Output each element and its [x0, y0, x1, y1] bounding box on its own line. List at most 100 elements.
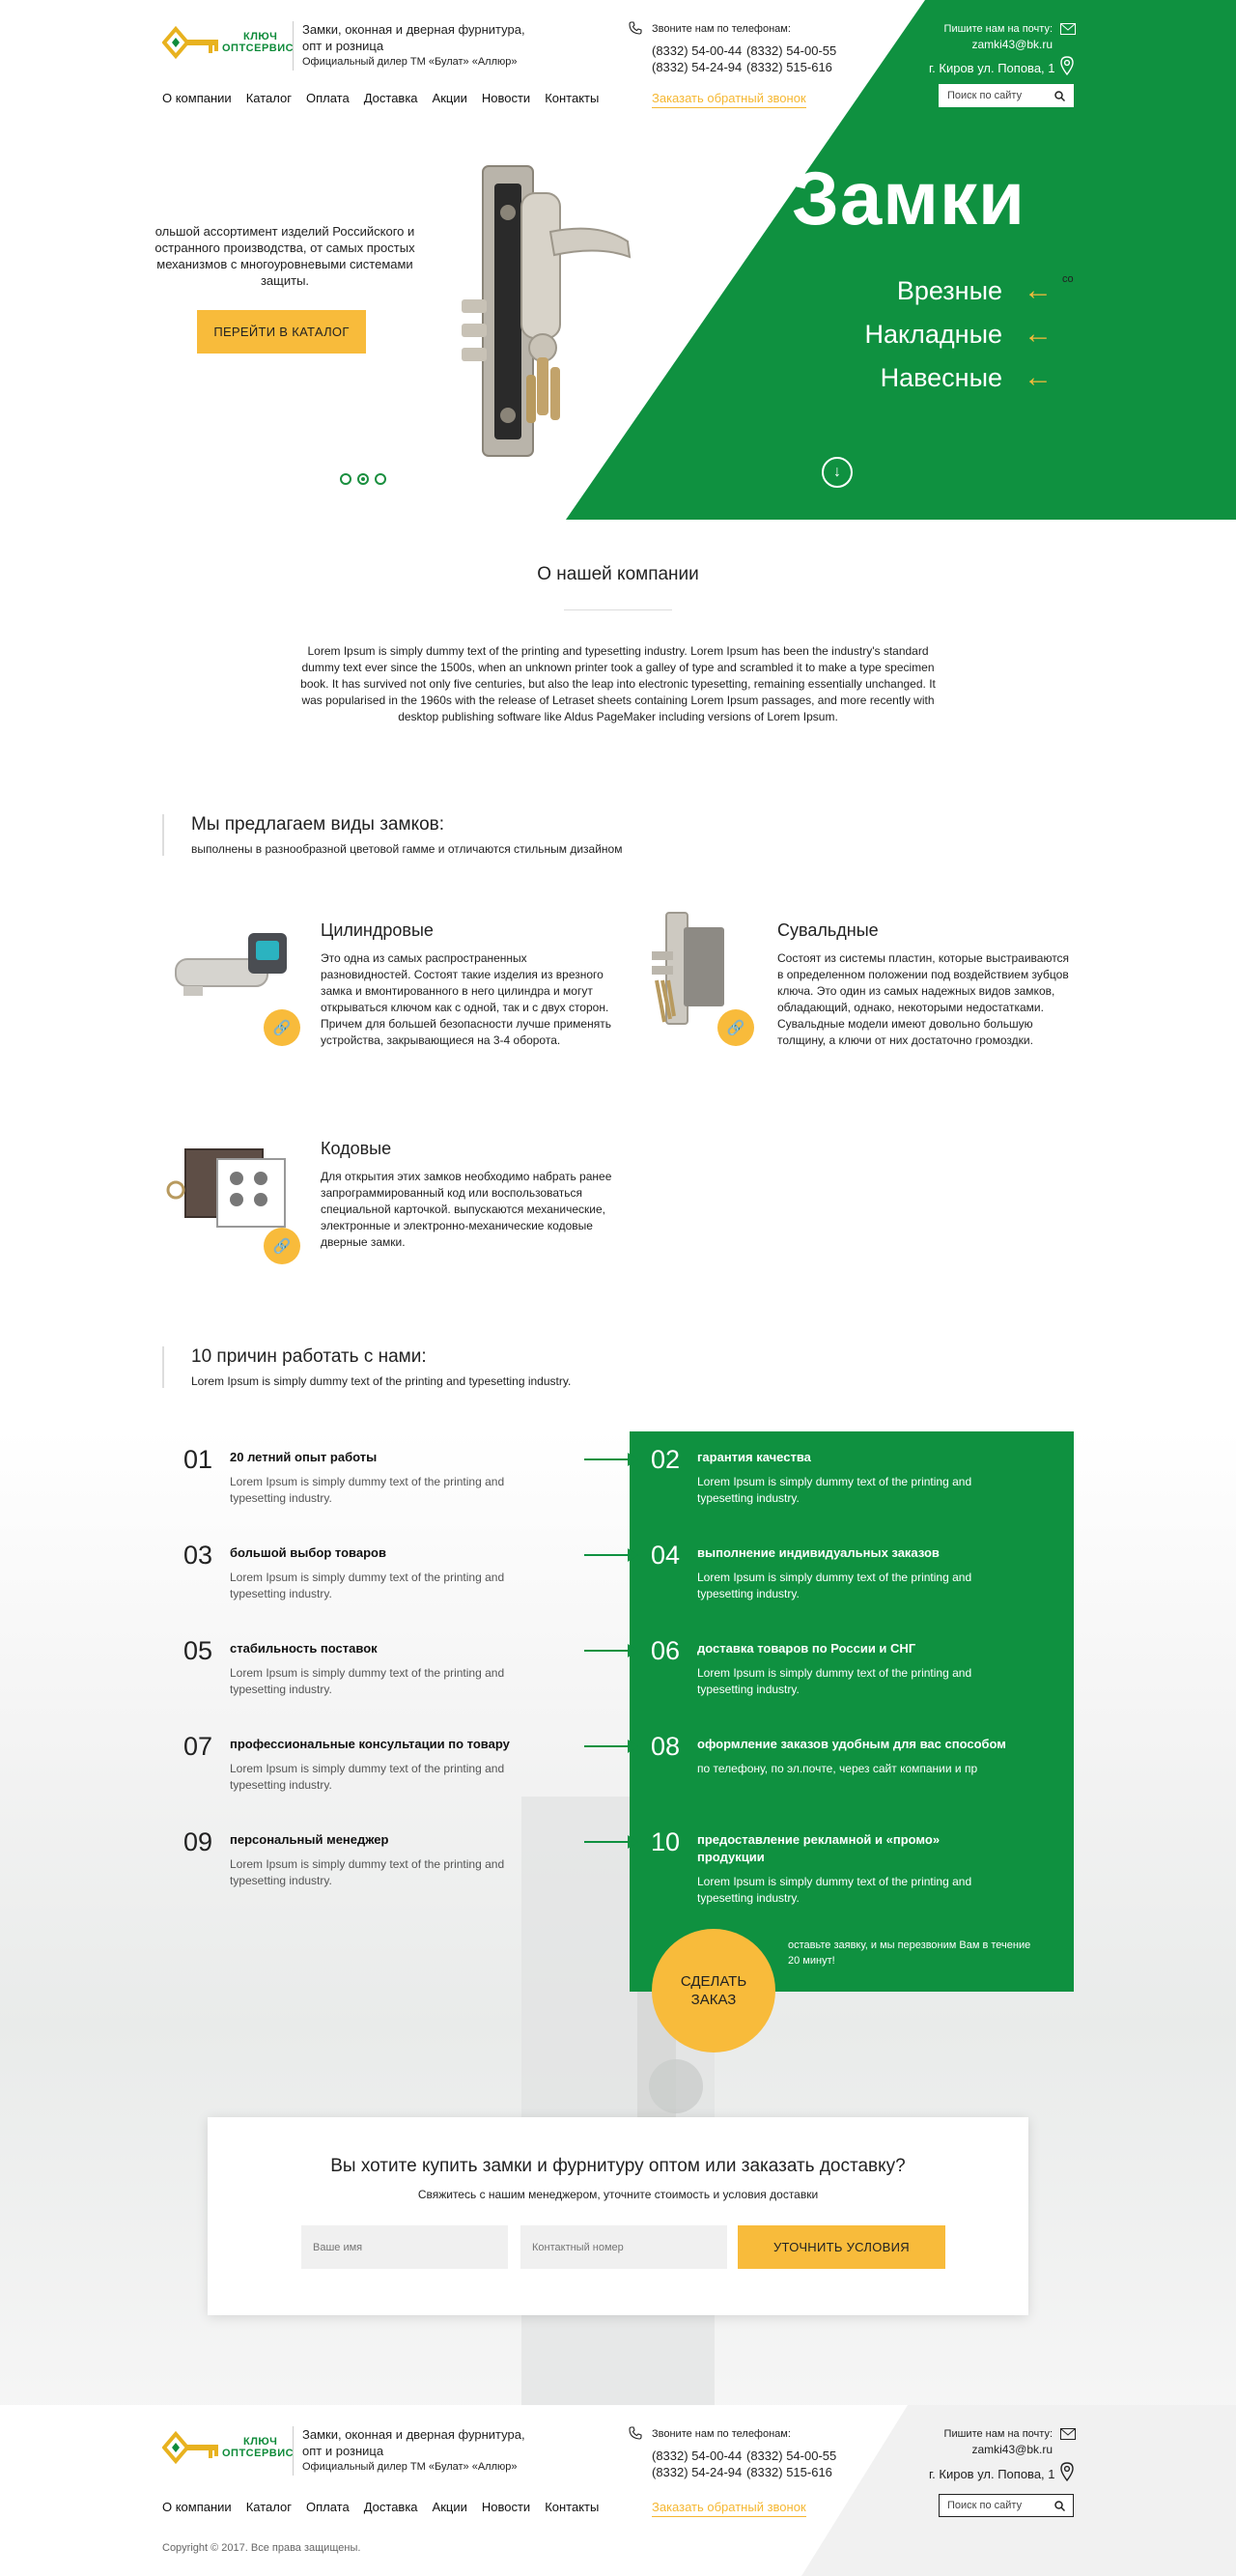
nav-payment[interactable]: Оплата: [306, 91, 350, 105]
callback-link[interactable]: Заказать обратный звонок: [652, 91, 806, 108]
nav-catalog[interactable]: Каталог: [246, 2500, 292, 2514]
about-divider: [564, 609, 672, 610]
nav-about[interactable]: О компании: [162, 2500, 232, 2514]
search-input[interactable]: Поиск по сайту: [947, 90, 1022, 101]
hero-link-mortise[interactable]: Врезные ←: [772, 274, 1053, 307]
nav-about[interactable]: О компании: [162, 91, 232, 105]
search-icon[interactable]: [1054, 2500, 1065, 2511]
reasons-section-header: 10 причин работать с нами: Lorem Ipsum i…: [162, 1346, 571, 1388]
arrow-right-icon: [628, 1740, 638, 1753]
main-nav: О компании Каталог Оплата Доставка Акции…: [162, 91, 613, 105]
nav-payment[interactable]: Оплата: [306, 2500, 350, 2514]
reason-number: 06: [651, 1636, 681, 1665]
tagline-line1: Замки, оконная и дверная фурнитура,: [302, 22, 525, 37]
reasons-title: 10 причин работать с нами:: [191, 1346, 427, 1367]
address: г. Киров ул. Попова, 1: [929, 61, 1055, 75]
reason-title: персональный менеджер: [230, 1832, 389, 1847]
hero-link-mortise-label: Врезные: [896, 275, 1002, 305]
nav-promos[interactable]: Акции: [433, 2500, 467, 2514]
hero-link-padlock-label: Навесные: [880, 362, 1002, 392]
code-link-button[interactable]: 🔗: [264, 1228, 300, 1264]
phone-1[interactable]: (8332) 54-00-44: [652, 2448, 746, 2464]
name-input[interactable]: [301, 2225, 508, 2269]
nav-delivery[interactable]: Доставка: [364, 2500, 418, 2514]
logo-line1: КЛЮЧ: [243, 2436, 278, 2448]
reason-number: 08: [651, 1732, 681, 1761]
reason-05: 05 стабильность поставок Lorem Ipsum is …: [183, 1636, 531, 1713]
mail-icon: [1060, 2428, 1076, 2440]
phone-1[interactable]: (8332) 54-00-44: [652, 42, 746, 59]
locks-section-title: Мы предлагаем виды замков:: [191, 814, 445, 835]
reason-number: 07: [183, 1732, 213, 1761]
phone-3[interactable]: (8332) 54-24-94: [652, 2464, 746, 2480]
lever-link-button[interactable]: 🔗: [717, 1009, 754, 1046]
nav-news[interactable]: Новости: [482, 91, 530, 105]
hero-link-overlay[interactable]: Накладные ←: [772, 318, 1053, 351]
reason-04: 04 выполнение индивидуальных заказов Lor…: [651, 1541, 1056, 1618]
logo-line2: ОПТСЕРВИС: [222, 2448, 295, 2459]
nav-news[interactable]: Новости: [482, 2500, 530, 2514]
reason-03: 03 большой выбор товаров Lorem Ipsum is …: [183, 1541, 531, 1618]
logo-line1: КЛЮЧ: [243, 31, 278, 42]
arrow-right-icon: [628, 1835, 638, 1849]
order-note: оставьте заявку, и мы перезвоним Вам в т…: [788, 1939, 1031, 1967]
nav-catalog[interactable]: Каталог: [246, 91, 292, 105]
search-box[interactable]: Поиск по сайту: [939, 84, 1074, 107]
hero-copy: ольшой ассортимент изделий Российского и…: [154, 223, 415, 289]
header-tagline: Замки, оконная и дверная фурнитура, опт …: [293, 21, 525, 71]
phone-4[interactable]: (8332) 515-616: [746, 2464, 841, 2480]
hero-copy-line4: защиты.: [260, 273, 310, 288]
lock-type-title-code: Кодовые: [321, 1139, 392, 1158]
footer-search-box[interactable]: Поиск по сайту: [939, 2494, 1074, 2517]
slider-dot-1[interactable]: [340, 473, 351, 485]
scroll-down-button[interactable]: ↓: [822, 457, 853, 488]
reason-02: 02 гарантия качества Lorem Ipsum is simp…: [651, 1445, 1056, 1522]
phone-input[interactable]: [520, 2225, 727, 2269]
slider-dot-2[interactable]: [357, 473, 369, 485]
tagline-line3: Официальный дилер ТМ «Булат» «Аллюр»: [302, 56, 518, 68]
make-order-button[interactable]: СДЕЛАТЬ ЗАКАЗ: [652, 1929, 775, 2052]
footer-logo[interactable]: КЛЮЧ ОПТСЕРВИС: [162, 2430, 294, 2465]
mail-link[interactable]: zamki43@bk.ru: [908, 38, 1053, 51]
tagline-line2: опт и розница: [302, 39, 384, 53]
search-input[interactable]: Поиск по сайту: [947, 2500, 1022, 2511]
phone-2[interactable]: (8332) 54-00-55: [746, 42, 841, 59]
nav-delivery[interactable]: Доставка: [364, 91, 418, 105]
reason-number: 02: [651, 1445, 681, 1474]
footer-tagline: Замки, оконная и дверная фурнитура, опт …: [293, 2426, 525, 2476]
slider-dots: [340, 473, 386, 485]
reason-number: 09: [183, 1827, 213, 1856]
nav-promos[interactable]: Акции: [433, 91, 467, 105]
catalog-button[interactable]: ПЕРЕЙТИ В КАТАЛОГ: [197, 310, 366, 354]
logo[interactable]: КЛЮЧ ОПТСЕРВИС: [162, 25, 294, 60]
nav-contacts[interactable]: Контакты: [545, 91, 599, 105]
hero-link-padlock[interactable]: Навесные ←: [772, 361, 1053, 394]
tagline-line1: Замки, оконная и дверная фурнитура,: [302, 2427, 525, 2442]
reason-desc: Lorem Ipsum is simply dummy text of the …: [230, 1475, 505, 1505]
reason-number: 10: [651, 1827, 681, 1856]
slider-dot-3[interactable]: [375, 473, 386, 485]
reason-desc: Lorem Ipsum is simply dummy text of the …: [697, 1875, 972, 1905]
link-icon: 🔗: [726, 1020, 745, 1036]
phones-title: Звоните нам по телефонам:: [652, 2428, 791, 2440]
callback-link[interactable]: Заказать обратный звонок: [652, 2500, 806, 2517]
form-title: Вы хотите купить замки и фурнитуру оптом…: [330, 2156, 906, 2176]
reason-arrow-line: [584, 1554, 631, 1556]
hero-side-fragment: co: [1062, 273, 1074, 285]
search-icon[interactable]: [1054, 90, 1065, 101]
wholesale-form-card: Вы хотите купить замки и фурнитуру оптом…: [208, 2117, 1028, 2315]
nav-contacts[interactable]: Контакты: [545, 2500, 599, 2514]
hero-link-overlay-label: Накладные: [864, 319, 1003, 349]
reason-arrow-line: [584, 1745, 631, 1747]
phone-2[interactable]: (8332) 54-00-55: [746, 2448, 841, 2464]
reason-07: 07 профессиональные консультации по това…: [183, 1732, 550, 1809]
address: г. Киров ул. Попова, 1: [929, 2467, 1055, 2481]
phone-4[interactable]: (8332) 515-616: [746, 59, 841, 75]
form-subtitle: Свяжитесь с нашим менеджером, уточните с…: [417, 2188, 819, 2201]
locks-section-subtitle: выполнены в разнообразной цветовой гамме…: [191, 842, 623, 856]
mail-link[interactable]: zamki43@bk.ru: [908, 2443, 1053, 2456]
get-terms-button[interactable]: УТОЧНИТЬ УСЛОВИЯ: [738, 2225, 945, 2269]
cylinder-link-button[interactable]: 🔗: [264, 1009, 300, 1046]
phone-3[interactable]: (8332) 54-24-94: [652, 59, 746, 75]
lock-type-title-lever: Сувальдные: [777, 920, 879, 940]
